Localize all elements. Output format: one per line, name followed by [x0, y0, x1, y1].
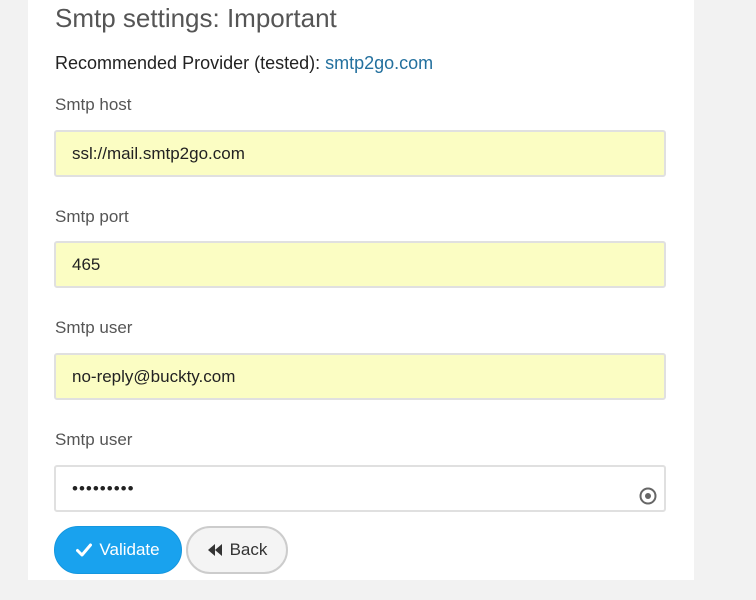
back-label: Back [229, 540, 268, 559]
password-reveal-icon[interactable] [638, 479, 658, 505]
provider-prefix: Recommended Provider (tested): [55, 53, 326, 73]
smtp-host-label: Smtp host [55, 95, 132, 114]
smtp-password-input[interactable]: ••••••••• [54, 465, 666, 512]
smtp-host-input[interactable]: ssl://mail.smtp2go.com [54, 130, 666, 177]
smtp-password-label: Smtp user [55, 430, 133, 449]
smtp-password-value: ••••••••• [72, 479, 135, 498]
provider-link[interactable]: smtp2go.com [325, 53, 433, 73]
smtp-port-label: Smtp port [55, 207, 129, 226]
back-button[interactable]: Back [186, 526, 288, 574]
check-icon [76, 543, 93, 557]
validate-label: Validate [99, 540, 160, 559]
page-title: Smtp settings: Important [55, 3, 337, 33]
smtp-settings-panel: Smtp settings: Important Recommended Pro… [28, 0, 694, 580]
validate-button[interactable]: Validate [54, 526, 182, 574]
recommended-provider: Recommended Provider (tested): smtp2go.c… [55, 53, 433, 74]
smtp-port-input[interactable]: 465 [54, 241, 666, 288]
double-chevron-left-icon [207, 543, 223, 557]
smtp-user-input[interactable]: no-reply@buckty.com [54, 353, 666, 400]
smtp-user-label: Smtp user [55, 318, 133, 337]
